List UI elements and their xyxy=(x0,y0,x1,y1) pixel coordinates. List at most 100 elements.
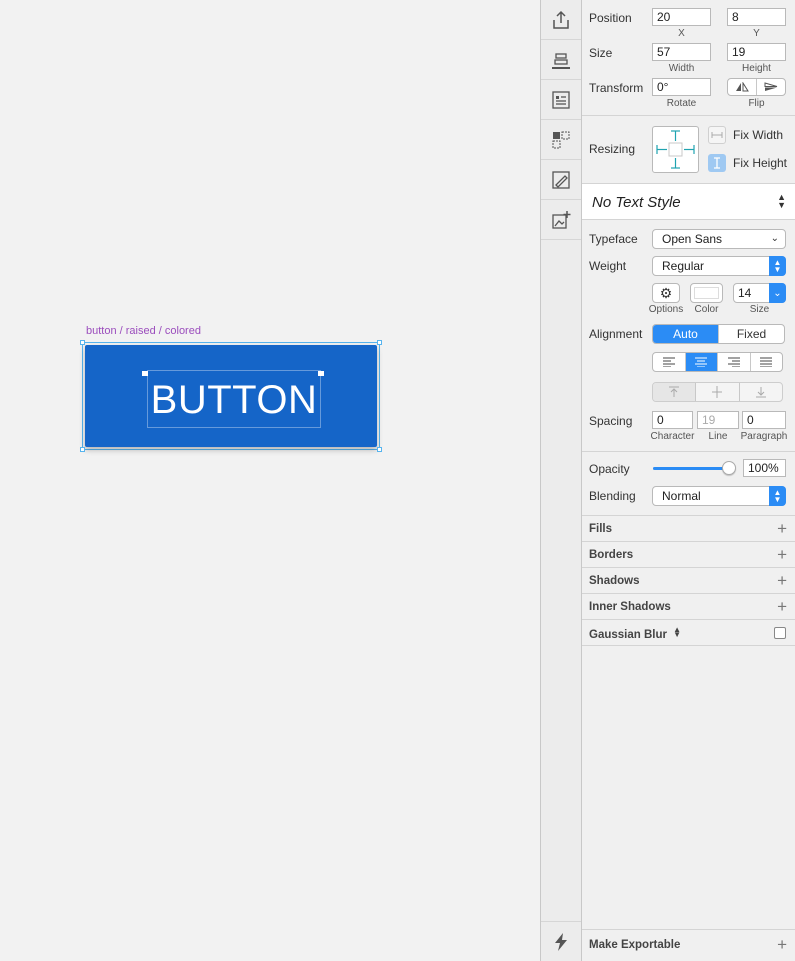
text-style-selector[interactable]: No Text Style ▲ ▼ xyxy=(582,184,795,219)
character-spacing-field[interactable]: 0 xyxy=(652,411,693,429)
fills-title[interactable]: Fills xyxy=(589,523,612,535)
symbol-artboard[interactable]: BUTTON xyxy=(80,340,382,452)
inner-shadows-title[interactable]: Inner Shadows xyxy=(589,601,671,613)
chevron-updown-icon: ▲ ▼ xyxy=(673,625,682,639)
y-label: Y xyxy=(753,28,760,39)
opacity-slider-track[interactable] xyxy=(653,461,736,475)
gear-icon: ⚙ xyxy=(659,284,673,301)
height-field[interactable]: 19 xyxy=(727,43,786,61)
typeface-label: Typeface xyxy=(589,232,638,246)
make-exportable-title[interactable]: Make Exportable xyxy=(589,939,680,951)
resize-handle-top-right[interactable] xyxy=(377,340,382,345)
paragraph-sub-label: Paragraph xyxy=(740,431,788,442)
align-right-icon[interactable] xyxy=(718,353,751,371)
export-icon[interactable] xyxy=(541,0,581,40)
align-top-icon[interactable] xyxy=(653,383,697,401)
height-sub-label: Height xyxy=(742,63,771,74)
add-border-icon[interactable]: + xyxy=(777,546,787,563)
resize-handle-top-left[interactable] xyxy=(80,340,85,345)
position-x-field[interactable]: 20 xyxy=(652,8,711,26)
add-inner-shadow-icon[interactable]: + xyxy=(777,598,787,615)
fix-height-label[interactable]: Fix Height xyxy=(733,156,787,170)
symbol-icon[interactable] xyxy=(541,120,581,160)
add-image-icon[interactable] xyxy=(541,200,581,240)
opacity-field[interactable]: 100% xyxy=(743,459,786,477)
font-size-value: 14 xyxy=(738,286,752,300)
stepper-icon: ▲ ▼ xyxy=(769,256,786,276)
options-button[interactable]: ⚙ xyxy=(652,283,680,303)
fixed-option[interactable]: Fixed xyxy=(719,325,784,343)
add-fill-icon[interactable]: + xyxy=(777,520,787,537)
chevron-down-icon: ⌄ xyxy=(770,233,779,244)
lightning-icon[interactable] xyxy=(541,921,581,961)
resize-handle-bottom-right[interactable] xyxy=(377,447,382,452)
resize-handle-bottom-left[interactable] xyxy=(80,447,85,452)
stepper-icon: ▲ ▼ xyxy=(777,192,786,210)
alignment-mode-control: Auto Fixed xyxy=(652,324,785,344)
divider xyxy=(582,541,795,542)
opacity-slider-knob[interactable] xyxy=(722,461,736,475)
divider xyxy=(582,219,795,220)
stepper-icon: ▲ ▼ xyxy=(769,486,786,506)
chevron-down-icon: ⌄ xyxy=(769,283,786,303)
gaussian-blur-label: Gaussian Blur xyxy=(589,629,667,641)
color-label: Color xyxy=(694,304,719,315)
rotate-sub-label: Rotate xyxy=(666,98,697,109)
color-swatch[interactable] xyxy=(690,283,723,303)
alignment-label: Alignment xyxy=(589,327,643,341)
text-resize-handle-left[interactable] xyxy=(142,371,148,376)
divider xyxy=(582,115,795,116)
position-y-field[interactable]: 8 xyxy=(727,8,786,26)
flip-vertical-icon[interactable] xyxy=(757,79,785,95)
text-layer-box[interactable]: BUTTON xyxy=(147,370,321,428)
weight-label: Weight xyxy=(589,259,627,273)
button-background[interactable]: BUTTON xyxy=(85,345,377,447)
typeface-select[interactable]: Open Sans ⌄ xyxy=(652,229,786,249)
align-bottom-text-icon[interactable] xyxy=(740,383,782,401)
add-shadow-icon[interactable]: + xyxy=(777,572,787,589)
line-sub-label: Line xyxy=(708,431,728,442)
vertical-align-control xyxy=(652,382,783,402)
align-middle-icon[interactable] xyxy=(696,383,740,401)
resizing-constraints-widget[interactable] xyxy=(652,126,699,173)
gaussian-blur-title[interactable]: Gaussian Blur ▲ ▼ xyxy=(589,625,682,642)
canvas[interactable]: button / raised / colored BUTTON xyxy=(0,0,541,961)
flip-horizontal-icon[interactable] xyxy=(728,79,757,95)
fix-width-icon[interactable] xyxy=(708,126,726,144)
paragraph-spacing-field[interactable]: 0 xyxy=(742,411,786,429)
weight-select[interactable]: Regular ▲ ▼ xyxy=(652,256,786,276)
font-size-field[interactable]: 14 ⌄ xyxy=(733,283,786,303)
divider xyxy=(582,593,795,594)
character-sub-label: Character xyxy=(650,431,695,442)
text-list-icon[interactable] xyxy=(541,80,581,120)
blending-value: Normal xyxy=(662,489,701,503)
shadows-title[interactable]: Shadows xyxy=(589,575,639,587)
text-resize-handle-right[interactable] xyxy=(318,371,324,376)
gaussian-blur-checkbox[interactable] xyxy=(774,627,786,639)
borders-title[interactable]: Borders xyxy=(589,549,633,561)
button-text[interactable]: BUTTON xyxy=(148,374,320,426)
auto-option[interactable]: Auto xyxy=(653,325,719,343)
align-left-icon[interactable] xyxy=(653,353,686,371)
transform-label: Transform xyxy=(589,81,644,95)
size-sub-label: Size xyxy=(749,304,770,315)
blending-select[interactable]: Normal ▲ ▼ xyxy=(652,486,786,506)
edit-path-icon[interactable] xyxy=(541,160,581,200)
rotate-field[interactable]: 0° xyxy=(652,78,711,96)
width-field[interactable]: 57 xyxy=(652,43,711,61)
line-height-field[interactable]: 19 xyxy=(697,411,739,429)
flip-control xyxy=(727,78,786,96)
artboard-label[interactable]: button / raised / colored xyxy=(86,325,201,337)
align-bottom-icon[interactable] xyxy=(541,40,581,80)
opacity-label: Opacity xyxy=(589,462,630,476)
divider xyxy=(582,451,795,452)
align-justify-icon[interactable] xyxy=(751,353,783,371)
add-export-icon[interactable]: + xyxy=(777,936,787,953)
inspector-panel: Position 20 8 X Y Size 57 19 Width Heigh… xyxy=(582,0,795,961)
fix-width-label[interactable]: Fix Width xyxy=(733,128,783,142)
align-center-icon[interactable] xyxy=(685,353,718,371)
divider xyxy=(582,619,795,620)
x-label: X xyxy=(678,28,685,39)
divider xyxy=(582,567,795,568)
fix-height-icon[interactable] xyxy=(708,154,726,172)
